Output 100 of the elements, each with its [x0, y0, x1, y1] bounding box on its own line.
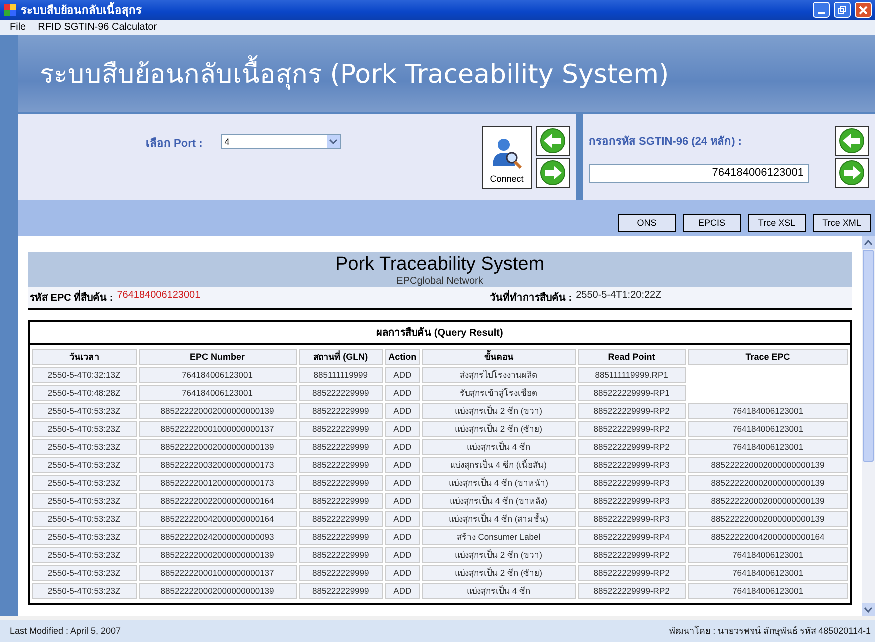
table-cell: 885111119999	[298, 367, 384, 383]
toolbar-button[interactable]: Trce XML	[813, 214, 871, 232]
table-cell: แบ่งสุกรเป็น 2 ซีก (ขวา)	[422, 547, 576, 563]
table-cell: ADD	[385, 403, 420, 419]
close-button[interactable]	[855, 2, 872, 18]
table-cell: แบ่งสุกรเป็น 4 ซีก (สามชั้น)	[422, 511, 576, 527]
table-cell: 885111119999.RP1	[578, 367, 686, 383]
table-cell: สร้าง Consumer Label	[422, 529, 576, 545]
table-cell: แบ่งสุกรเป็น 4 ซีก (ขาหลัง)	[422, 493, 576, 509]
table-cell: 885222229999	[298, 457, 384, 473]
back-arrow-button[interactable]	[536, 126, 570, 156]
table-cell: 885222220012000000000173	[138, 475, 297, 491]
table-cell: แบ่งสุกรเป็น 4 ซีก (เนื้อสัน)	[422, 457, 576, 473]
table-cell: 885222229999-RP3	[578, 511, 686, 527]
minimize-button[interactable]	[813, 2, 830, 18]
table-cell: ADD	[385, 457, 420, 473]
column-header: ขั้นตอน	[422, 349, 576, 365]
scroll-up-icon	[864, 240, 873, 246]
table-cell: 885222229999	[298, 421, 384, 437]
column-header: Read Point	[578, 349, 686, 365]
menu-item[interactable]: RFID SGTIN-96 Calculator	[38, 22, 158, 33]
table-cell: ADD	[385, 511, 420, 527]
table-cell: แบ่งสุกรเป็น 2 ซีก (ซ้าย)	[422, 565, 576, 581]
scroll-down-icon	[864, 606, 873, 612]
table-cell: 2550-5-4T0:53:23Z	[32, 457, 137, 473]
table-cell: 885222220002000000000139	[688, 493, 848, 509]
table-cell: 2550-5-4T0:53:23Z	[32, 421, 137, 437]
date-value: 2550-5-4T1:20:22Z	[576, 290, 662, 303]
table-cell: 764184006123001	[688, 547, 848, 563]
date-label: วันที่ทำการสืบค้น :	[490, 290, 572, 305]
table-cell: ADD	[385, 547, 420, 563]
scroll-thumb[interactable]	[863, 250, 874, 462]
table-cell: 885222220032000000000173	[138, 457, 297, 473]
table-cell: ADD	[385, 367, 420, 383]
table-cell: 885222229999	[298, 529, 384, 545]
table-cell: 885222229999-RP3	[578, 493, 686, 509]
sgtin-field[interactable]: 764184006123001	[589, 164, 809, 182]
table-cell: 885222229999-RP2	[578, 583, 686, 599]
table-cell: แบ่งสุกรเป็น 4 ซีก	[422, 439, 576, 455]
table-cell: 885222220242000000000093	[138, 529, 297, 545]
port-label: เลือก Port :	[146, 136, 203, 152]
arrow-left-icon	[539, 128, 567, 154]
table-cell: 2550-5-4T0:53:23Z	[32, 439, 137, 455]
table-cell: 885222229999	[298, 385, 384, 401]
table-cell: 2550-5-4T0:53:23Z	[32, 583, 137, 599]
restore-button[interactable]	[834, 2, 851, 18]
table-cell: ADD	[385, 529, 420, 545]
table-cell: 2550-5-4T0:32:13Z	[32, 367, 137, 383]
app-heading: ระบบสืบย้อนกลับเนื้อสุกร (Pork Traceability System)	[40, 53, 670, 94]
scrollbar[interactable]	[862, 236, 875, 616]
table-cell: แบ่งสุกรเป็น 4 ซีก (ขาหน้า)	[422, 475, 576, 491]
table-cell: 885222229999	[298, 583, 384, 599]
forward-arrow-button[interactable]	[536, 158, 570, 188]
table-cell: 885222229999	[298, 547, 384, 563]
table-cell: แบ่งสุกรเป็น 2 ซีก (ขวา)	[422, 403, 576, 419]
caret-icon	[326, 135, 340, 148]
column-header: Action	[385, 349, 420, 365]
table-cell: 885222229999	[298, 511, 384, 527]
table-cell: ADD	[385, 475, 420, 491]
table-cell: 885222229999-RP2	[578, 421, 686, 437]
report-title: Pork Traceability System	[335, 254, 545, 276]
table-cell: 885222229999-RP2	[578, 439, 686, 455]
table-cell: แบ่งสุกรเป็น 4 ซีก	[422, 583, 576, 599]
table-cell: รับสุกรเข้าสู่โรงเชือด	[422, 385, 576, 401]
toolbar-button[interactable]: Trce XSL	[748, 214, 806, 232]
toolbar-button[interactable]: ONS	[618, 214, 676, 232]
back-arrow-button[interactable]	[835, 126, 869, 156]
table-cell: 885222229999-RP3	[578, 457, 686, 473]
table-cell: 885222220002000000000139	[138, 583, 297, 599]
table-cell: ADD	[385, 385, 420, 401]
table-cell: 885222220001000000000137	[138, 565, 297, 581]
sgtin-label: กรอกรหัส SGTIN-96 (24 หลัก) :	[589, 134, 742, 150]
column-header: EPC Number	[138, 349, 297, 365]
column-header: Trace EPC	[688, 349, 848, 365]
connect-button[interactable]: Connect	[482, 126, 532, 188]
table-cell: 885222220002000000000139	[688, 475, 848, 491]
forward-arrow-button[interactable]	[835, 158, 869, 188]
table-cell: 885222229999-RP4	[578, 529, 686, 545]
last-modified-text: Last Modified : April 5, 2007	[10, 626, 122, 636]
table-cell: 885222220002000000000139	[138, 547, 297, 563]
developer-text: พัฒนาโดย : นายวรพจน์ ลักษุพันธ์ รหัส 485020114-1	[670, 624, 871, 638]
minimize-icon	[818, 12, 825, 14]
table-cell: 885222229999-RP2	[578, 547, 686, 563]
epc-label: รหัส EPC ที่สืบค้น :	[30, 290, 114, 305]
table-cell: 2550-5-4T0:53:23Z	[32, 511, 137, 527]
table-cell: 764184006123001	[688, 421, 848, 437]
toolbar-button[interactable]: EPCIS	[683, 214, 741, 232]
table-cell: 885222229999	[298, 403, 384, 419]
table-cell: ADD	[385, 421, 420, 437]
table-cell: 885222220042000000000164	[138, 511, 297, 527]
table-cell: 2550-5-4T0:53:23Z	[32, 475, 137, 491]
table-caption: ผลการสืบค้น (Query Result)	[30, 322, 850, 345]
arrow-right-icon	[838, 160, 866, 186]
port-select[interactable]: 4	[220, 134, 341, 149]
table-cell: 764184006123001	[138, 385, 297, 401]
table-cell: 885222229999	[298, 439, 384, 455]
table-cell: 885222220002000000000139	[688, 511, 848, 527]
menu-item[interactable]: File	[10, 22, 26, 33]
window-title: ระบบสืบย้อนกลับเนื้อสุกร	[21, 1, 809, 19]
table-cell: 2550-5-4T0:53:23Z	[32, 547, 137, 563]
